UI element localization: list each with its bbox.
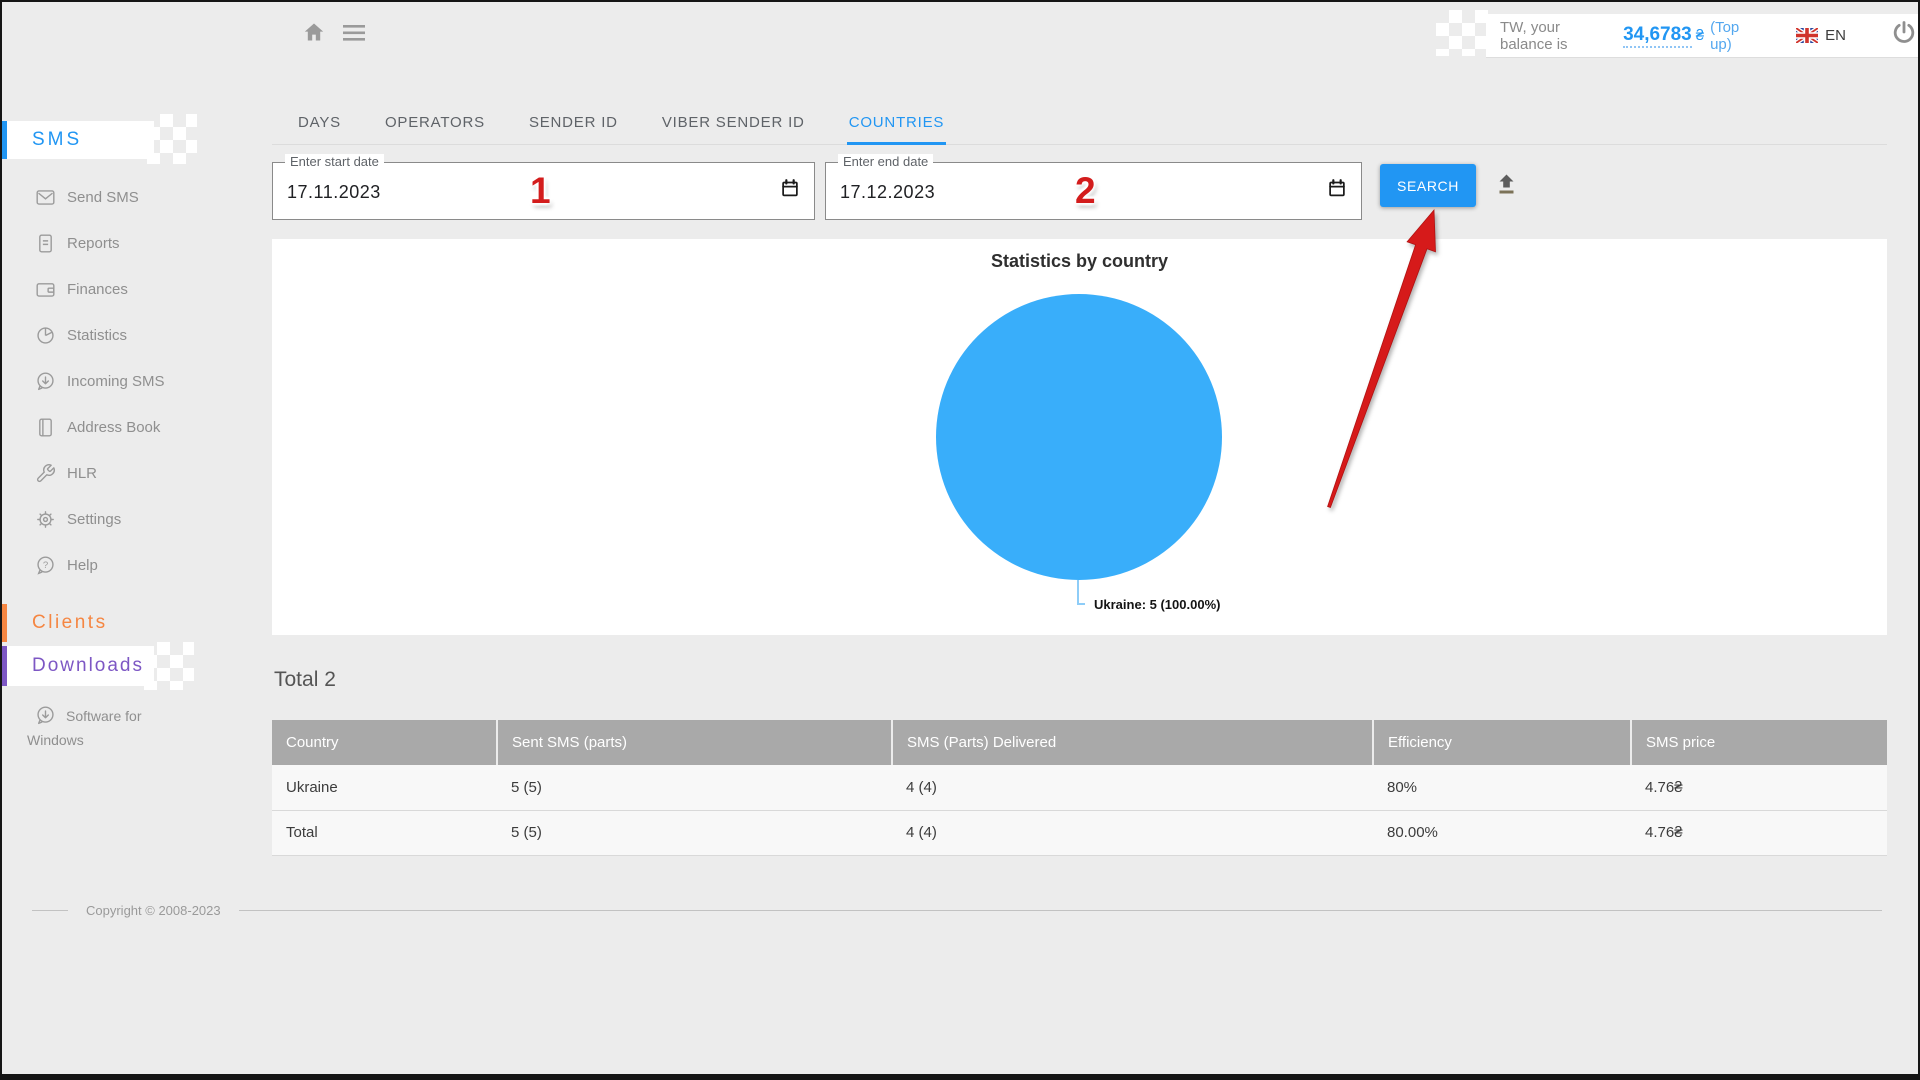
column-header-sms-price: SMS price [1631, 720, 1887, 765]
cell-efficiency: 80% [1373, 765, 1631, 811]
tab-operators[interactable]: OPERATORS [383, 106, 487, 145]
column-header-sent-sms: Sent SMS (parts) [497, 720, 893, 765]
statistics-tab-bar: DAYS OPERATORS SENDER ID VIBER SENDER ID… [272, 106, 1887, 145]
sidebar-item-label: Settings [67, 510, 122, 528]
language-code: EN [1825, 27, 1846, 44]
export-upload-icon[interactable] [1493, 171, 1520, 203]
sidebar-section-sms-label: SMS [32, 129, 83, 150]
sidebar-item-label: Send SMS [67, 188, 139, 206]
language-selector[interactable]: EN [1796, 27, 1846, 44]
sidebar-item-send-sms[interactable]: Send SMS [35, 180, 245, 214]
pixel-decoration [147, 114, 197, 164]
sidebar-item-label: HLR [67, 464, 98, 482]
pie-chart-icon [37, 326, 54, 344]
sidebar-item-label: Incoming SMS [67, 372, 165, 390]
total-count-heading: Total 2 [274, 668, 336, 691]
pixel-decoration [144, 642, 194, 690]
copyright-text: Copyright © 2008-2023 [86, 903, 221, 918]
tab-viber-sender-id[interactable]: VIBER SENDER ID [660, 106, 807, 145]
cell-country: Ukraine [272, 765, 497, 811]
sidebar-item-label: Address Book [67, 418, 161, 436]
sidebar-section-sms[interactable]: SMS [2, 121, 154, 159]
document-icon [39, 233, 52, 253]
pie-callout-line [1077, 603, 1085, 605]
end-date-label: Enter end date [838, 154, 934, 169]
sidebar-item-label: Help [67, 556, 98, 574]
sidebar-item-software-for-windows[interactable]: Software for Windows [27, 704, 185, 752]
table-row: Ukraine 5 (5) 4 (4) 80% 4.76₴ [272, 765, 1887, 811]
pixel-decoration [1436, 10, 1490, 56]
pie-callout-line [1077, 580, 1079, 605]
sidebar-item-incoming-sms[interactable]: Incoming SMS [35, 364, 245, 398]
country-pie-chart-panel: Statistics by country Ukraine: 5 (100.00… [272, 239, 1887, 635]
balance-value[interactable]: 34,6783 [1623, 24, 1692, 48]
start-date-input[interactable] [273, 163, 814, 219]
cell-sent: 5 (5) [497, 765, 892, 811]
bubble-download-icon [37, 706, 54, 725]
sidebar-item-address-book[interactable]: Address Book [35, 410, 245, 444]
cell-price: 4.76₴ [1631, 765, 1887, 811]
sidebar-item-hlr[interactable]: HLR [35, 456, 245, 490]
chart-title: Statistics by country [990, 251, 1169, 271]
calendar-icon[interactable] [779, 178, 801, 205]
end-date-input[interactable] [826, 163, 1361, 219]
gear-icon [37, 510, 54, 528]
column-header-efficiency: Efficiency [1373, 720, 1632, 765]
book-icon [39, 417, 52, 437]
balance-currency: ₴ [1695, 27, 1705, 44]
end-date-field: Enter end date [825, 154, 1362, 220]
sidebar-item-label: Statistics [67, 326, 128, 344]
wrench-icon [36, 463, 55, 482]
country-statistics-table: Country Sent SMS (parts) SMS (Parts) Del… [272, 720, 1887, 856]
footer-divider [238, 910, 1882, 911]
sidebar-item-statistics[interactable]: Statistics [35, 318, 245, 352]
sidebar-section-clients-label: Clients [32, 612, 108, 633]
table-row-total: Total 5 (5) 4 (4) 80.00% 4.76₴ [272, 810, 1887, 856]
question-bubble-icon: ? [37, 555, 54, 575]
table-header-row: Country Sent SMS (parts) SMS (Parts) Del… [272, 720, 1887, 765]
cell-sent: 5 (5) [497, 810, 892, 856]
cell-delivered: 4 (4) [892, 810, 1373, 856]
sidebar-item-settings[interactable]: Settings [35, 502, 245, 536]
cell-efficiency: 80.00% [1373, 810, 1631, 856]
pie-slice-ukraine [935, 294, 1222, 580]
column-header-country: Country [272, 720, 498, 765]
hamburger-menu-icon[interactable] [342, 23, 366, 48]
app-window: TW, your balance is 34,6783 ₴ (Top up) E… [0, 0, 1920, 1080]
balance-panel: TW, your balance is 34,6783 ₴ (Top up) E… [1486, 14, 1918, 58]
calendar-icon[interactable] [1326, 178, 1348, 205]
svg-text:?: ? [43, 560, 48, 571]
tab-sender-id[interactable]: SENDER ID [527, 106, 620, 145]
sidebar-item-reports[interactable]: Reports [35, 226, 245, 260]
sidebar-section-downloads[interactable]: Downloads [2, 646, 154, 686]
envelope-icon [36, 189, 55, 205]
footer-divider [32, 910, 68, 911]
search-button[interactable]: SEARCH [1380, 164, 1476, 207]
balance-prefix: TW, your balance is [1500, 18, 1568, 53]
pie-callout-label: Ukraine: 5 (100.00%) [1094, 597, 1221, 612]
bubble-download-icon [37, 371, 54, 390]
power-icon[interactable] [1890, 19, 1918, 52]
footer: Copyright © 2008-2023 [32, 903, 1888, 918]
cell-price: 4.76₴ [1631, 810, 1887, 856]
tab-days[interactable]: DAYS [296, 106, 343, 145]
tab-countries[interactable]: COUNTRIES [846, 106, 947, 145]
home-icon[interactable] [302, 20, 326, 49]
sidebar-item-help[interactable]: ? Help [35, 548, 245, 582]
column-header-delivered: SMS (Parts) Delivered [892, 720, 1374, 765]
wallet-icon [36, 282, 55, 297]
cell-country: Total [272, 810, 497, 856]
uk-flag-icon [1796, 28, 1819, 43]
sidebar-section-downloads-label: Downloads [32, 655, 144, 676]
start-date-label: Enter start date [285, 154, 384, 169]
cell-delivered: 4 (4) [892, 765, 1373, 811]
sidebar-item-finances[interactable]: Finances [35, 272, 245, 306]
start-date-field: Enter start date [272, 154, 815, 220]
sidebar-section-clients[interactable]: Clients [2, 604, 162, 642]
sidebar-item-label: Finances [67, 280, 128, 298]
top-up-link[interactable]: (Top up) [1710, 19, 1758, 53]
sidebar-item-label: Reports [67, 234, 120, 252]
